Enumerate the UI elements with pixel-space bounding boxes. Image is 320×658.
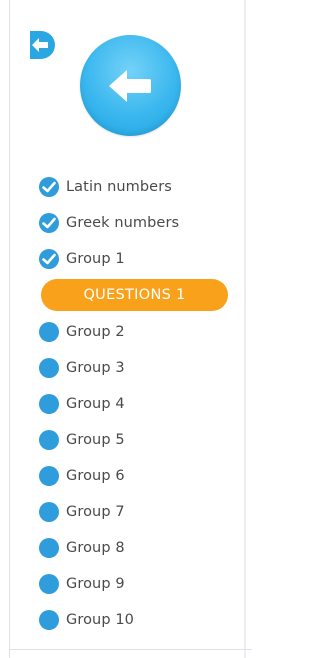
circle-icon: [39, 430, 59, 450]
nav-item-label: Group 2: [66, 324, 125, 340]
circle-icon: [39, 322, 59, 342]
panel-border-right: [244, 0, 246, 658]
exit-button[interactable]: [26, 30, 56, 60]
nav-item-label: Group 4: [66, 396, 125, 412]
nav-item-group-10[interactable]: Group 10: [39, 607, 239, 633]
nav-item-group-3[interactable]: Group 3: [39, 355, 239, 381]
nav-item-label: Group 5: [66, 432, 125, 448]
circle-icon: [39, 358, 59, 378]
nav-item-greek-numbers[interactable]: Greek numbers: [39, 210, 239, 236]
nav-item-questions-1-active[interactable]: QUESTIONS 1: [41, 279, 228, 311]
panel-border-left: [9, 0, 10, 658]
nav-item-label: Latin numbers: [66, 179, 172, 195]
nav-item-label: Group 1: [66, 251, 125, 267]
nav-item-label: Group 8: [66, 540, 125, 556]
checkmark-icon: [39, 213, 59, 233]
nav-item-latin-numbers[interactable]: Latin numbers: [39, 174, 239, 200]
panel-border-bottom: [9, 649, 252, 650]
nav-item-label: Group 10: [66, 612, 135, 628]
circle-icon: [39, 394, 59, 414]
nav-item-group-7[interactable]: Group 7: [39, 499, 239, 525]
nav-item-group-8[interactable]: Group 8: [39, 535, 239, 561]
nav-item-group-6[interactable]: Group 6: [39, 463, 239, 489]
checkmark-icon: [39, 177, 59, 197]
circle-icon: [39, 466, 59, 486]
nav-item-group-4[interactable]: Group 4: [39, 391, 239, 417]
nav-item-label: Greek numbers: [66, 215, 180, 231]
nav-item-group-2[interactable]: Group 2: [39, 319, 239, 345]
nav-item-group-5[interactable]: Group 5: [39, 427, 239, 453]
nav-item-label: Group 6: [66, 468, 125, 484]
nav-item-label: Group 7: [66, 504, 125, 520]
circle-icon: [39, 502, 59, 522]
nav-item-label: Group 9: [66, 576, 125, 592]
checkmark-icon: [39, 249, 59, 269]
nav-item-group-9[interactable]: Group 9: [39, 571, 239, 597]
circle-icon: [39, 574, 59, 594]
exit-arrow-icon: [30, 31, 55, 59]
back-button[interactable]: [80, 35, 181, 136]
lesson-nav: Latin numbers Greek numbers Group 1 QUES…: [39, 174, 239, 643]
circle-icon: [39, 610, 59, 630]
sidebar-panel: Latin numbers Greek numbers Group 1 QUES…: [0, 0, 252, 658]
circle-icon: [39, 538, 59, 558]
nav-item-label: Group 3: [66, 360, 125, 376]
nav-item-group-1[interactable]: Group 1: [39, 246, 239, 272]
back-arrow-icon: [109, 70, 151, 102]
